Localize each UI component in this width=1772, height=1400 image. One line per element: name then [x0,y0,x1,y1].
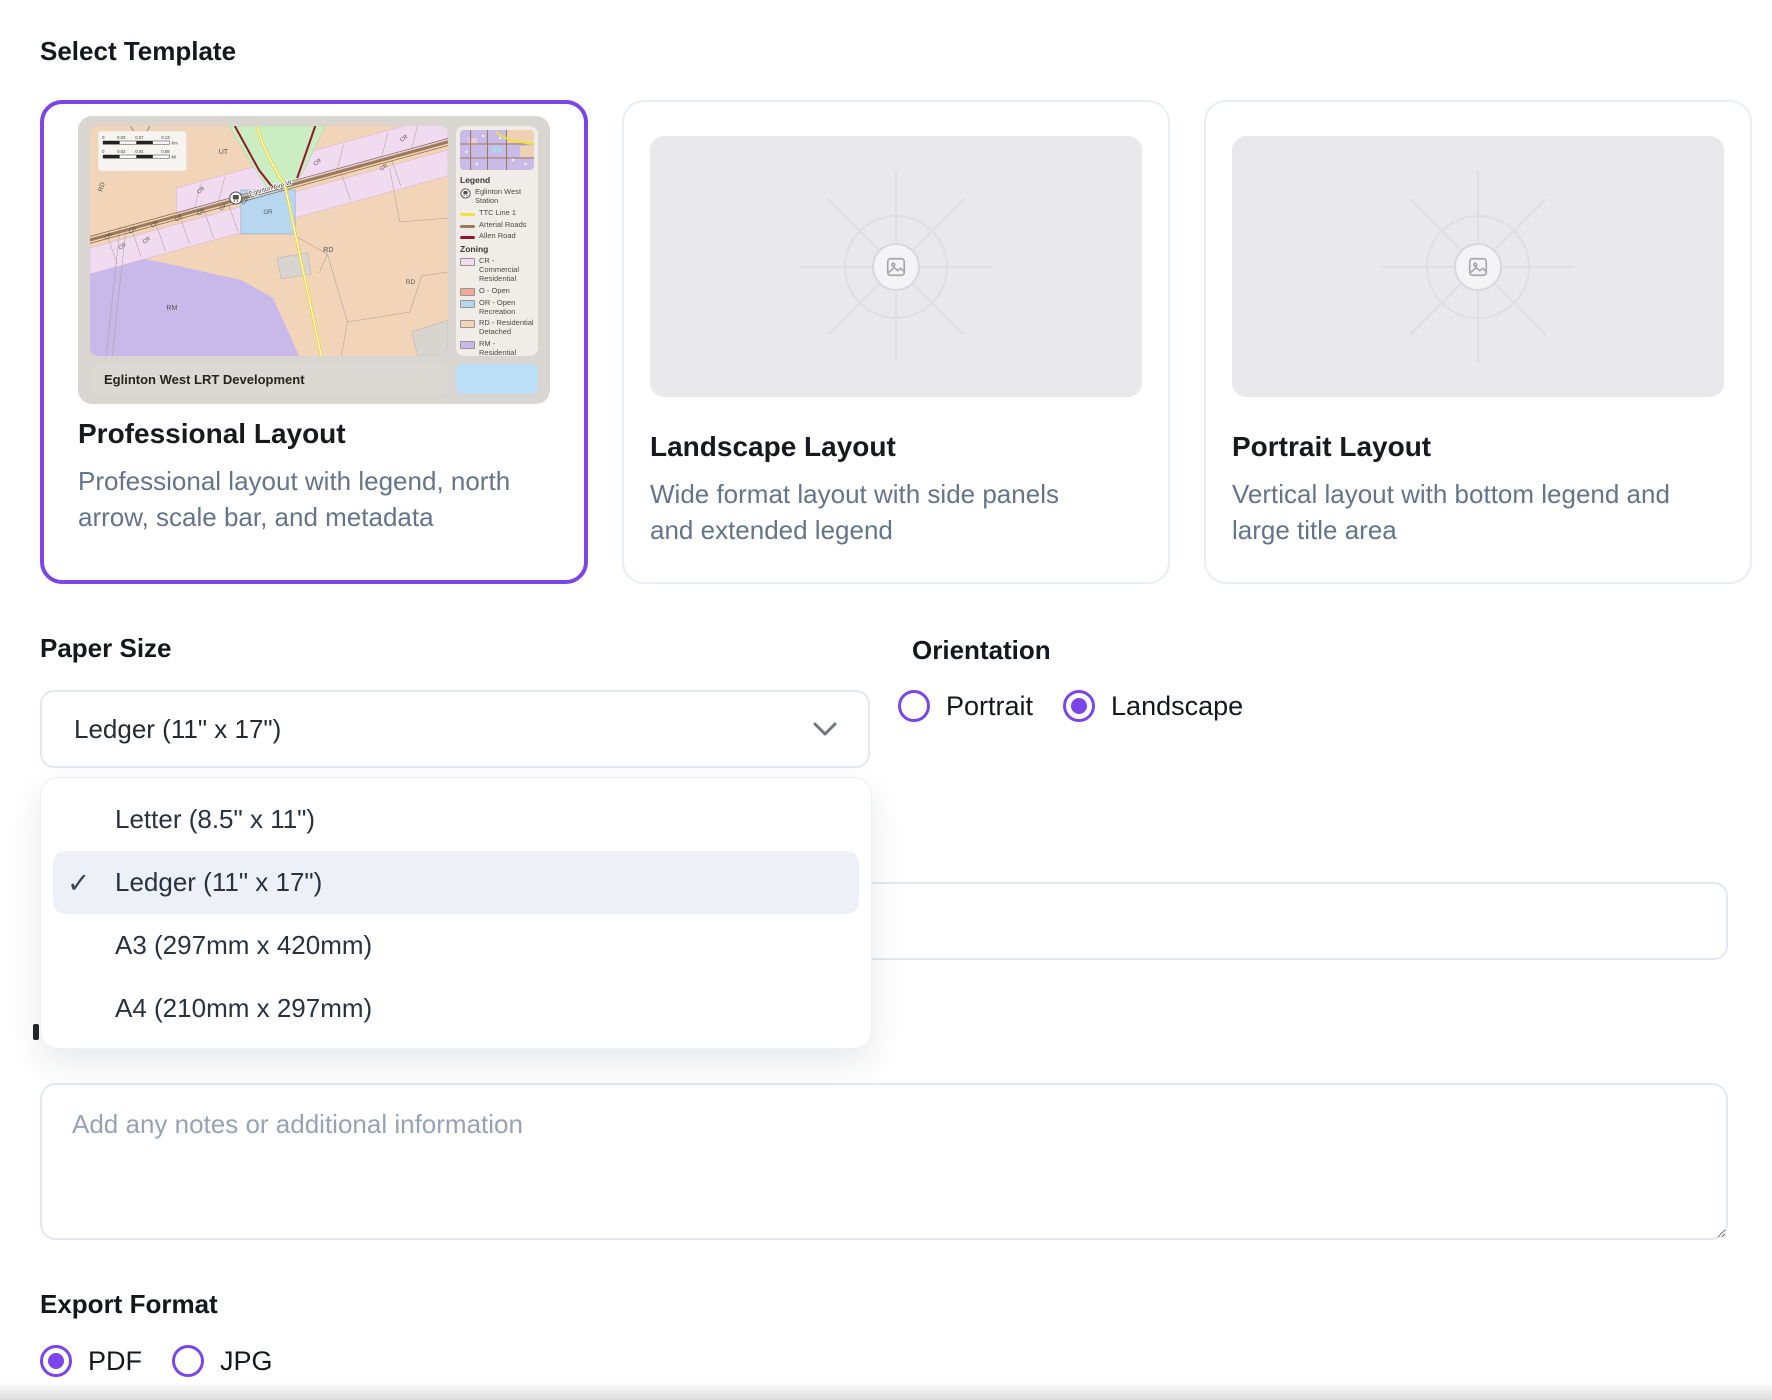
svg-text:0.13: 0.13 [161,135,170,140]
svg-text:RM: RM [166,305,177,312]
svg-text:OR: OR [263,210,273,216]
radio-circle-icon [172,1345,204,1377]
svg-text:0.08: 0.08 [161,149,170,154]
paper-size-select[interactable]: Ledger (11" x 17") [40,690,870,768]
legend-item-zone: RM - Residential Multiple [460,340,534,356]
bottom-edge-fade [0,1382,1772,1400]
check-icon: ✓ [67,866,90,899]
template-card-landscape[interactable]: Landscape Layout Wide format layout with… [622,100,1170,584]
svg-text:0.07: 0.07 [135,135,144,140]
radio-circle-icon [40,1345,72,1377]
svg-text:0.04: 0.04 [135,149,144,154]
paper-size-option-letter[interactable]: Letter (8.5" x 11") [53,788,859,851]
legend-panel: Legend Eglinton West Station TTC Line 1 [456,126,538,356]
radio-pdf[interactable]: PDF [40,1345,142,1377]
card-title: Professional Layout [78,418,550,450]
export-format-radio-group: PDF JPG [40,1345,273,1377]
chevron-down-icon [812,721,838,737]
select-template-label: Select Template [40,36,236,67]
paper-size-label: Paper Size [40,633,172,664]
zoning-map-preview: 0 0.03 0.07 0.13 Km 0 0.02 0.04 0.08 Mi [90,126,448,356]
legend-zoning-title: Zoning [460,244,534,254]
legend-item-station: Eglinton West Station [460,188,534,206]
card-title: Landscape Layout [650,431,1142,463]
template-thumbnail-professional: 0 0.03 0.07 0.13 Km 0 0.02 0.04 0.08 Mi [78,116,550,404]
image-placeholder [650,136,1142,397]
radio-circle-icon [1063,690,1095,722]
legend-title: Legend [460,175,534,185]
thumbnail-map-title: Eglinton West LRT Development [90,364,448,394]
orientation-radio-group: Portrait Landscape [898,690,1243,722]
export-format-label: Export Format [40,1289,218,1320]
legend-item-zone: O - Open [460,287,534,296]
legend-item-zone: CR - Commercial Residential [460,257,534,284]
svg-text:RD: RD [323,247,333,254]
paper-size-dropdown: Letter (8.5" x 11") ✓ Ledger (11" x 17")… [40,777,872,1049]
svg-text:UT: UT [219,149,229,156]
orientation-label: Orientation [912,635,1051,666]
legend-item-line: Arterial Roads [460,221,534,230]
line-swatch [460,225,475,228]
station-icon [460,188,471,199]
image-placeholder [1232,136,1724,397]
legend-item-zone: OR - Open Recreation [460,299,534,317]
zone-swatch [460,300,475,308]
radio-landscape[interactable]: Landscape [1063,690,1243,722]
svg-text:0.02: 0.02 [117,149,126,154]
map-scale-bar: 0 0.03 0.07 0.13 Km 0 0.02 0.04 0.08 Mi [98,131,186,171]
notes-textarea[interactable] [40,1083,1728,1240]
radio-jpg[interactable]: JPG [172,1345,273,1377]
svg-text:0.03: 0.03 [117,135,126,140]
image-placeholder-icon [872,243,920,291]
legend-item-line: Allen Road [460,232,534,241]
zone-swatch [460,320,475,328]
svg-text:RD: RD [406,279,416,286]
radio-circle-icon [898,690,930,722]
zone-swatch [460,288,475,296]
template-cards: 0 0.03 0.07 0.13 Km 0 0.02 0.04 0.08 Mi [40,100,1752,582]
zone-swatch [460,341,475,349]
line-swatch [460,236,475,239]
card-title: Portrait Layout [1232,431,1724,463]
overview-minimap [460,130,534,170]
paper-size-option-a3[interactable]: A3 (297mm x 420mm) [53,914,859,977]
hidden-label-sliver [33,1024,39,1040]
legend-item-zone: RD - Residential Detached [460,319,534,337]
export-dialog: Select Template [0,0,1772,1400]
card-description: Vertical layout with bottom legend and l… [1232,476,1674,548]
thumbnail-blue-panel [456,364,538,394]
paper-size-value: Ledger (11" x 17") [74,714,281,745]
svg-text:Km: Km [171,141,178,146]
paper-size-option-ledger[interactable]: ✓ Ledger (11" x 17") [53,851,859,914]
svg-text:Mi: Mi [171,155,176,160]
legend-item-line: TTC Line 1 [460,209,534,218]
card-description: Wide format layout with side panels and … [650,476,1092,548]
template-card-portrait[interactable]: Portrait Layout Vertical layout with bot… [1204,100,1752,584]
radio-portrait[interactable]: Portrait [898,690,1033,722]
paper-size-option-a4[interactable]: A4 (210mm x 297mm) [53,977,859,1040]
zoning-map-svg: 0 0.03 0.07 0.13 Km 0 0.02 0.04 0.08 Mi [90,126,448,356]
zone-swatch [460,258,475,266]
card-description: Professional layout with legend, north a… [78,463,520,535]
line-swatch [460,213,475,216]
template-card-professional[interactable]: 0 0.03 0.07 0.13 Km 0 0.02 0.04 0.08 Mi [40,100,588,584]
image-placeholder-icon [1454,243,1502,291]
